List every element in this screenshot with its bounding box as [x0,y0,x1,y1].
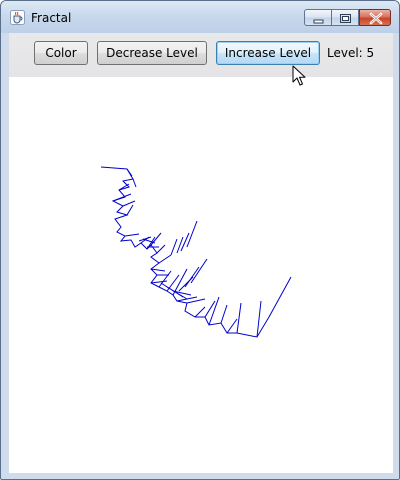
fractal-branch [172,290,192,296]
fractal-branch [170,238,178,256]
maximize-button[interactable] [332,9,359,26]
fractal-branch [126,204,134,216]
minimize-button[interactable] [304,9,332,26]
fractal-branch [158,270,172,288]
fractal-branch [150,232,162,246]
fractal-main-path [100,166,292,338]
fractal-branch [220,304,228,324]
fractal-branch [150,280,168,284]
fractal-branch [190,258,208,284]
fractal-branch [176,236,184,254]
fractal-window: Fractal Color Decrease Level Increase Le… [0,0,400,480]
color-button[interactable]: Color [34,41,88,65]
close-icon [369,12,383,25]
fractal-branch [184,266,200,288]
toolbar: Color Decrease Level Increase Level Leve… [9,33,393,77]
title-bar[interactable]: Fractal [1,1,399,33]
fractal-branch [236,302,242,334]
java-cup-icon [10,10,25,25]
fractal-branch [126,168,133,177]
level-label: Level: 5 [327,46,375,60]
fractal-branch [194,306,206,318]
minimize-icon [313,19,324,24]
fractal-lines [100,166,292,338]
arrow-pointer-icon [292,65,306,86]
increase-level-button[interactable]: Increase Level [216,41,320,65]
fractal-branch [226,318,238,334]
fractal-branch [112,193,132,202]
close-button[interactable] [359,9,391,26]
fractal-branch [186,298,206,304]
fractal-branch [180,232,190,252]
fractal-branch [158,254,172,264]
fractal-canvas [9,77,393,473]
fractal-branch [132,178,137,188]
fractal-branch [124,233,140,237]
maximize-icon [340,14,351,23]
fractal-drawing [100,166,292,338]
decrease-level-button[interactable]: Decrease Level [97,41,207,65]
fractal-branch [204,300,216,318]
fractal-branch [208,296,220,326]
fractal-branch [156,244,166,254]
window-title: Fractal [31,11,72,25]
